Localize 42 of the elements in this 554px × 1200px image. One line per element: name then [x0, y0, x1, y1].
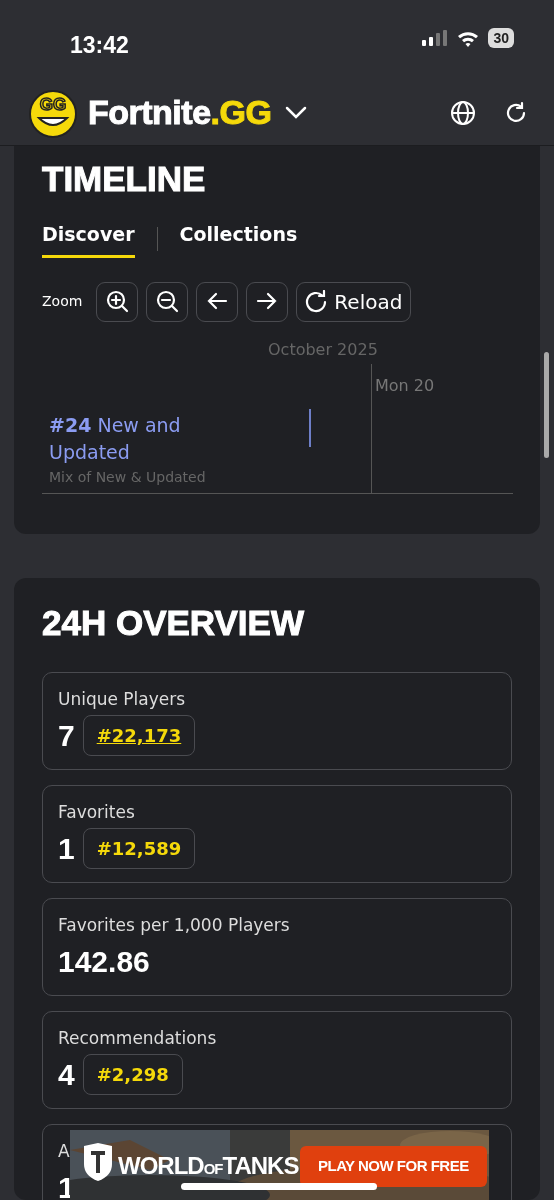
- signal-icon: [422, 30, 449, 46]
- stat-value: 4: [58, 1056, 75, 1093]
- zoom-label: Zoom: [42, 292, 83, 311]
- tab[interactable]: Collections: [179, 220, 298, 258]
- shield-icon: [82, 1142, 114, 1182]
- rank-badge[interactable]: #22,173: [82, 714, 196, 756]
- section-title: 24H OVERVIEW: [42, 602, 305, 644]
- tab[interactable]: Discover: [42, 220, 135, 258]
- event-marker: [309, 408, 311, 447]
- zoom-in-icon: [105, 290, 129, 313]
- stat-label: Unique Players: [58, 688, 186, 711]
- clock-time: 13:42: [70, 31, 129, 60]
- play-now-button[interactable]: PLAY NOW FOR FREE: [300, 1146, 487, 1187]
- rank-badge[interactable]: #12,589: [82, 827, 196, 869]
- section-title: TIMELINE: [42, 158, 207, 200]
- stat-value: 142.86: [58, 943, 150, 980]
- ad-logo-text: WORLDOFTANKS: [118, 1151, 299, 1181]
- zoom-in-button[interactable]: [96, 281, 139, 322]
- timeline-entry-link[interactable]: #24 New and Updated: [49, 411, 239, 466]
- stat-label: Recommendations: [58, 1027, 217, 1050]
- wifi-icon: [456, 29, 481, 47]
- reload-button[interactable]: Reload: [296, 281, 412, 322]
- stat-value: 7: [58, 717, 75, 754]
- month-label: October 2025: [268, 338, 378, 361]
- arrow-left-button[interactable]: [196, 281, 239, 322]
- stat-label: Favorites: [58, 801, 135, 824]
- chevron-down-icon[interactable]: [285, 105, 308, 120]
- entry-subtitle: Mix of New & Updated: [49, 467, 206, 487]
- site-logo-text[interactable]: Fortnite.GG: [88, 87, 272, 138]
- globe-icon[interactable]: [450, 99, 476, 126]
- battery-indicator: 30: [488, 28, 514, 48]
- arrow-right-button[interactable]: [246, 281, 289, 322]
- stat-value: 1: [58, 830, 75, 867]
- logo-icon[interactable]: GG: [28, 87, 80, 138]
- reload-icon: [305, 290, 329, 313]
- day-label: Mon 20: [375, 374, 435, 397]
- rank-badge[interactable]: #2,298: [82, 1053, 183, 1095]
- refresh-icon[interactable]: [504, 100, 528, 125]
- zoom-out-button[interactable]: [146, 281, 189, 322]
- stat-label: Favorites per 1,000 Players: [58, 914, 290, 937]
- stat-label: A: [58, 1140, 70, 1163]
- zoom-out-icon: [155, 290, 179, 313]
